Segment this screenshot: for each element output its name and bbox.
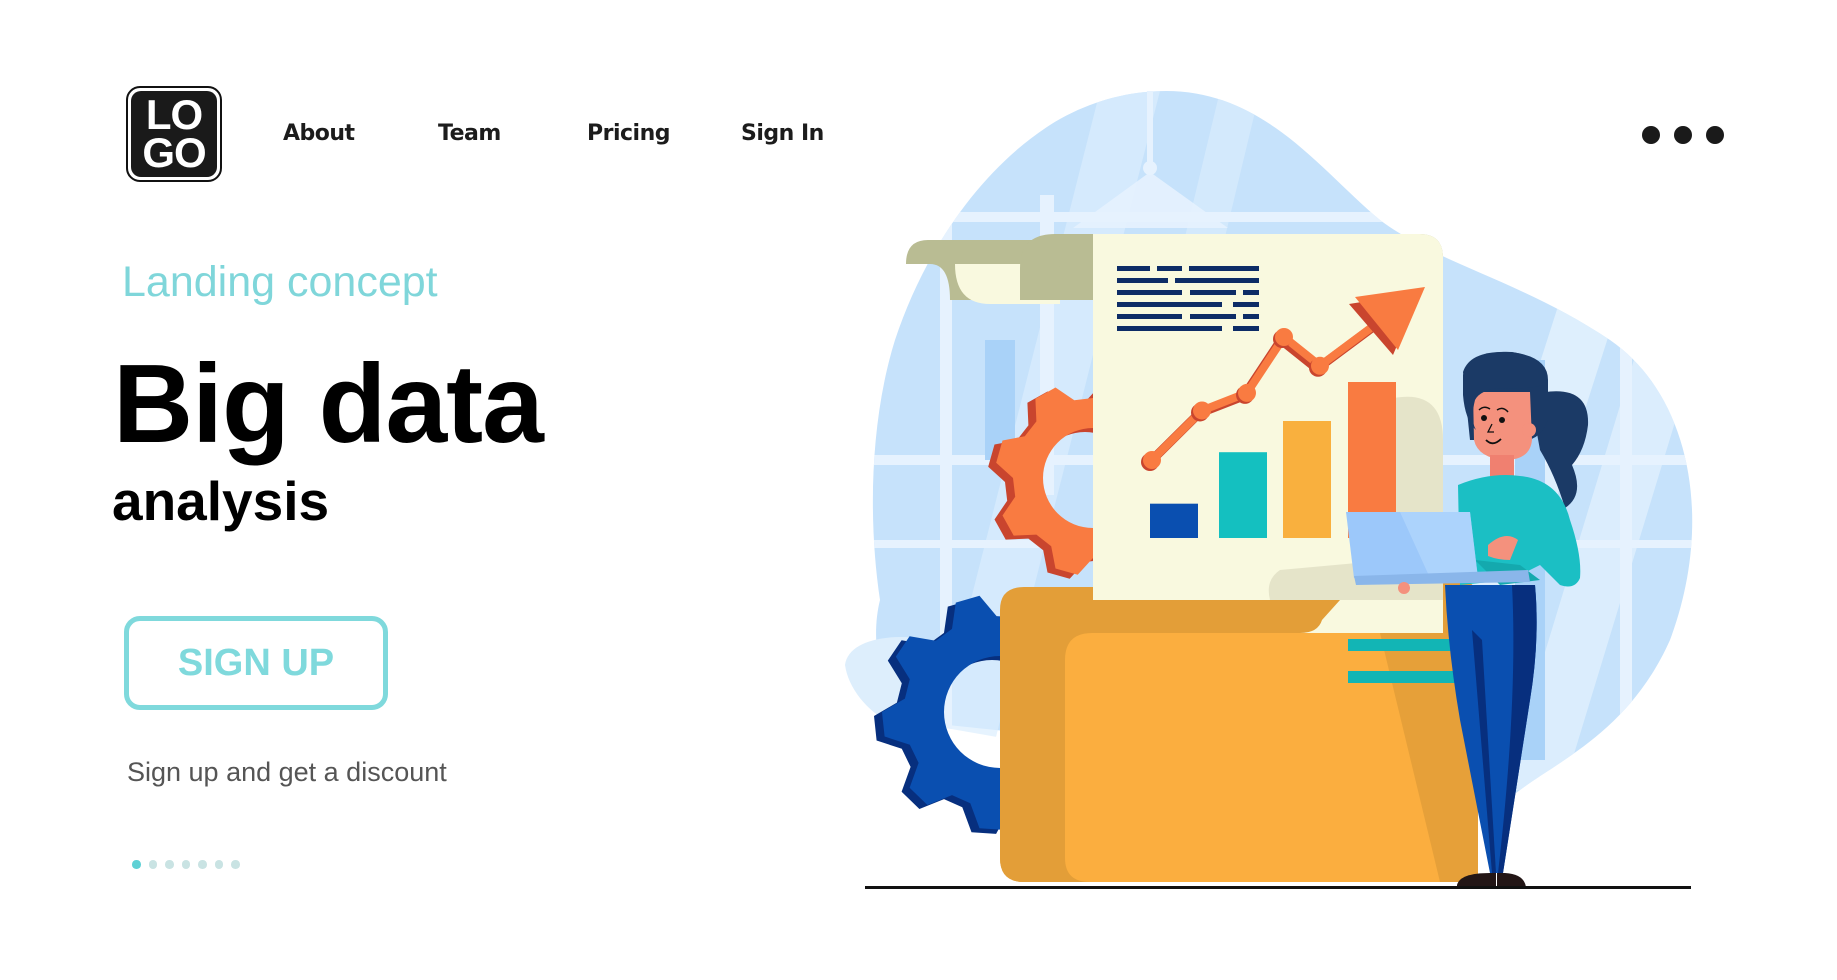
text-line xyxy=(1190,314,1236,319)
text-line xyxy=(1117,314,1182,319)
text-line xyxy=(1117,326,1222,331)
text-line xyxy=(1243,290,1259,295)
text-line xyxy=(1190,290,1236,295)
trend-point xyxy=(1275,328,1293,346)
text-line xyxy=(1233,326,1259,331)
text-line xyxy=(1117,266,1150,271)
ground-line xyxy=(865,886,1691,889)
hero-illustration xyxy=(845,91,1693,889)
text-line xyxy=(1175,278,1259,283)
text-line xyxy=(1243,314,1259,319)
folder-stripe xyxy=(1348,639,1456,651)
folder-stripe xyxy=(1348,671,1456,683)
text-line xyxy=(1117,290,1182,295)
text-line xyxy=(1189,266,1259,271)
text-line xyxy=(1157,266,1182,271)
text-line xyxy=(1117,302,1222,307)
chart-bar xyxy=(1150,503,1198,538)
trend-point xyxy=(1311,356,1329,375)
chart-bar xyxy=(1283,421,1331,538)
trend-point xyxy=(1143,451,1161,469)
chart-bar xyxy=(1219,452,1267,538)
text-line xyxy=(1117,278,1168,283)
folder-front xyxy=(1000,600,1478,882)
trend-point xyxy=(1238,383,1256,402)
trend-point xyxy=(1193,401,1211,420)
text-line xyxy=(1233,302,1259,307)
